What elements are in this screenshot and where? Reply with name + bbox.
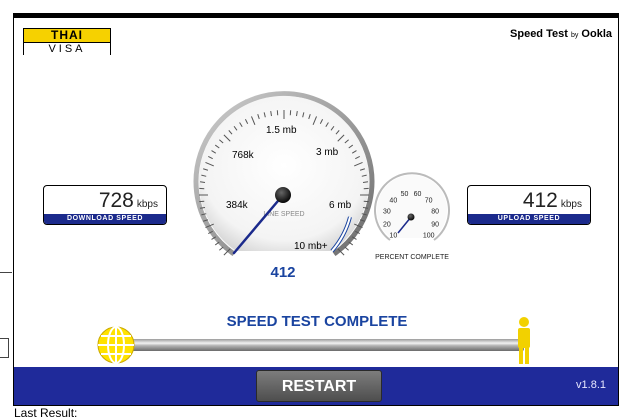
line-gauge-tick-mark [345, 247, 349, 250]
line-gauge-hub [275, 187, 291, 203]
line-gauge-reading: 412 [270, 264, 295, 281]
line-gauge-tick-768k: 768k [232, 150, 255, 161]
progress-tube [124, 339, 524, 351]
percent-gauge-tick-label: 40 [389, 197, 397, 204]
globe-icon [98, 327, 134, 363]
percent-gauge-tick-label: 80 [431, 209, 439, 216]
line-gauge-tick-10mb: 10 mb+ [294, 241, 328, 252]
status-text: SPEED TEST COMPLETE [14, 313, 620, 330]
download-value: 728 [99, 189, 134, 212]
download-label: DOWNLOAD SPEED [44, 214, 166, 224]
percent-gauge-tick-label: 90 [431, 221, 439, 228]
version-label: v1.8.1 [576, 379, 606, 391]
line-gauge-tick-1-5mb: 1.5 mb [266, 125, 297, 136]
download-speed-box: 728kbps DOWNLOAD SPEED [43, 185, 167, 225]
percent-gauge-face [377, 175, 447, 238]
upload-label: UPLOAD SPEED [468, 214, 590, 224]
percent-gauge-label: PERCENT COMPLETE [375, 254, 449, 261]
percent-gauge-tick-label: 60 [414, 191, 422, 198]
download-unit: kbps [137, 199, 158, 210]
line-gauge-tick-6mb: 6 mb [329, 200, 352, 211]
percent-gauge-tick-label: 20 [383, 221, 391, 228]
percent-gauge-tick-label: 30 [383, 209, 391, 216]
upload-speed-box: 412kbps UPLOAD SPEED [467, 185, 591, 225]
upload-value: 412 [523, 189, 558, 212]
percent-gauge-tick-label: 100 [423, 233, 435, 240]
page-divider [0, 272, 12, 273]
speed-test-widget: THAI VISA Speed Test by Ookla [13, 13, 619, 406]
line-gauge-tick-3mb: 3 mb [316, 147, 339, 158]
page-input-fragment [0, 338, 9, 358]
percent-gauge-hub [408, 214, 415, 221]
line-gauge-tick-384k: 384k [226, 200, 249, 211]
percent-gauge-tick-label: 50 [401, 191, 409, 198]
percent-gauge-tick-label: 70 [425, 197, 433, 204]
percent-gauge-tick-label: 10 [389, 233, 397, 240]
bottom-bar: RESTART v1.8.1 [14, 367, 618, 405]
upload-unit: kbps [561, 199, 582, 210]
line-gauge-tick-mark [219, 247, 223, 250]
restart-button[interactable]: RESTART [256, 370, 382, 402]
last-result-label: Last Result: [14, 406, 77, 420]
